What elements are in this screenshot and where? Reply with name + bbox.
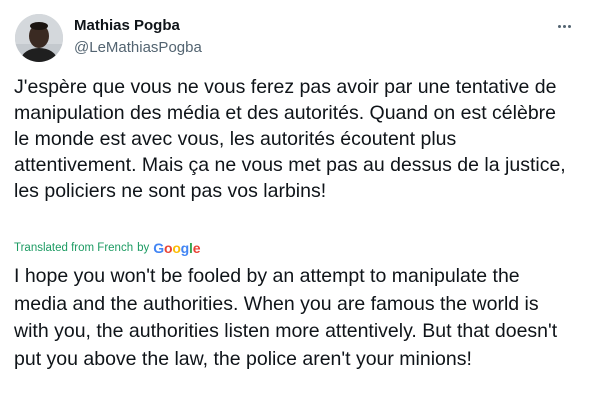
user-avatar[interactable] [15,14,63,62]
more-dot [557,24,561,28]
google-logo-letter: o [163,240,173,256]
more-horizontal-icon[interactable] [552,16,576,36]
tweet-text-translated: I hope you won't be fooled by an attempt… [14,265,558,370]
google-logo-letter: e [192,240,201,256]
author-handle[interactable]: @LeMathiasPogba [74,38,202,58]
author-names: Mathias Pogba @LeMathiasPogba [74,16,202,58]
avatar-image [15,14,63,62]
translated-from-label: Translated from French [14,242,134,254]
translation-attribution[interactable]: Translated from French by Google [14,239,201,257]
tweet-text-original: J'espère que vous ne vous ferez pas avoi… [14,76,566,202]
more-dot [567,24,571,28]
google-logo: Google [153,240,200,256]
google-logo-letter: G [153,240,164,256]
author-display-name[interactable]: Mathias Pogba [74,16,202,36]
google-logo-letter: g [180,240,190,256]
more-dot [562,24,566,28]
tweet-card: Mathias Pogba @LeMathiasPogba J'espère q… [0,0,590,406]
google-logo-letter: o [172,240,181,256]
translated-by-label: by [137,242,150,254]
tweet-header: Mathias Pogba @LeMathiasPogba [12,10,578,64]
